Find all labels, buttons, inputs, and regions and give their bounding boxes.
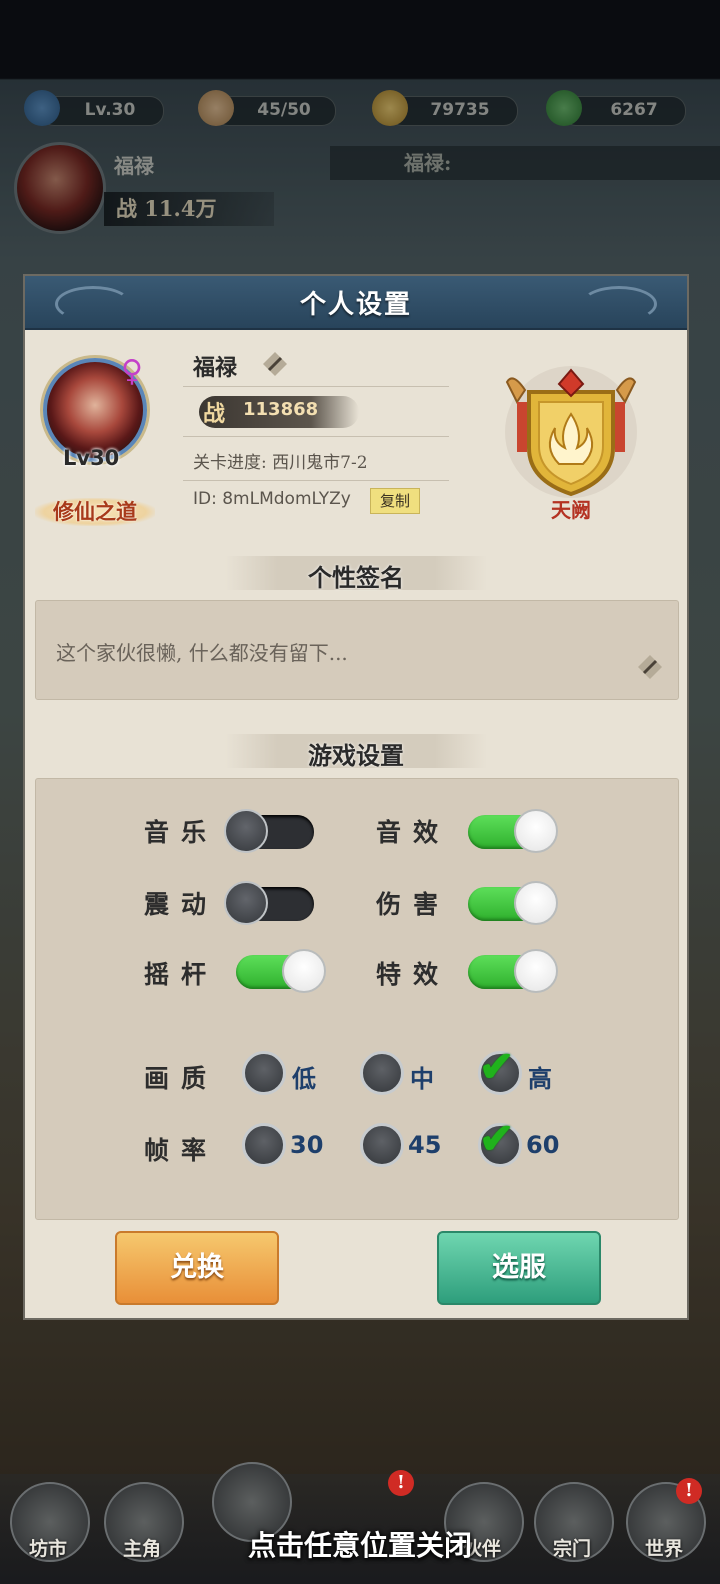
damage-toggle[interactable] (468, 881, 558, 925)
world-alert-badge: ! (676, 1478, 702, 1504)
exchange-button[interactable]: 兑换 (115, 1231, 279, 1305)
toggle-knob (514, 881, 558, 925)
edit-name-icon[interactable] (261, 350, 289, 378)
toggle-knob (224, 809, 268, 853)
framerate-45-label: 45 (408, 1131, 442, 1159)
framerate-30-label: 30 (290, 1131, 324, 1159)
framerate-60-label: 60 (526, 1131, 560, 1159)
power-icon: 战 (203, 401, 226, 427)
select-server-button[interactable]: 选服 (437, 1231, 601, 1305)
player-id: ID: 8mLMdomLYZy (193, 489, 351, 509)
sound-effect-label: 音效 (376, 818, 451, 847)
edit-signature-icon[interactable] (636, 653, 664, 681)
effects-toggle[interactable] (468, 949, 558, 993)
panel-title: 个人设置 (299, 290, 412, 320)
effects-label: 特效 (376, 960, 451, 989)
divider (183, 436, 449, 437)
checkmark-icon: ✔ (479, 1042, 515, 1091)
personal-settings-panel: 个人设置 ♀ Lv30 修仙之道 福禄 战 113868 关卡进度: 西川鬼市7… (25, 276, 687, 1318)
divider (183, 480, 449, 481)
vibration-toggle[interactable] (224, 881, 314, 925)
rank-shield-icon[interactable] (503, 352, 639, 512)
quality-label: 画质 (144, 1064, 219, 1093)
toggle-knob (282, 949, 326, 993)
panel-title-bar: 个人设置 (25, 276, 687, 330)
quality-mid-radio[interactable] (360, 1051, 404, 1095)
stage-progress: 关卡进度: 西川鬼市7-2 (193, 453, 368, 473)
quality-low-radio[interactable] (242, 1051, 286, 1095)
copy-id-button[interactable]: 复制 (370, 488, 420, 514)
profile-name: 福禄 (193, 355, 238, 381)
profile-level: Lv30 (63, 446, 120, 470)
toggle-knob (514, 949, 558, 993)
female-gender-icon: ♀ (121, 354, 143, 389)
joystick-toggle[interactable] (236, 949, 326, 993)
signature-heading-bar: 个性签名 (225, 556, 487, 592)
signature-box[interactable]: 这个家伙很懒, 什么都没有留下... (35, 600, 679, 700)
quality-high-radio[interactable]: ✔ (478, 1042, 522, 1095)
settings-box: 音乐 音效 震动 伤害 摇杆 特效 画质 低 中 ✔ 高 帧率 30 45 ✔ … (35, 778, 679, 1220)
music-toggle[interactable] (224, 809, 314, 853)
power-value: 113868 (243, 399, 319, 420)
title-badge[interactable]: 修仙之道 (35, 498, 155, 526)
music-label: 音乐 (144, 818, 219, 847)
damage-label: 伤害 (376, 890, 451, 919)
quality-low-label: 低 (292, 1065, 316, 1093)
sound-effect-toggle[interactable] (468, 809, 558, 853)
vibration-label: 震动 (144, 890, 219, 919)
settings-heading: 游戏设置 (308, 741, 404, 770)
divider (183, 386, 449, 387)
settings-heading-bar: 游戏设置 (225, 734, 487, 770)
ally-alert-badge: ! (388, 1470, 414, 1496)
checkmark-icon: ✔ (479, 1114, 515, 1163)
joystick-label: 摇杆 (144, 960, 219, 989)
tap-to-close-hint[interactable]: 点击任意位置关闭 (0, 1524, 720, 1564)
quality-high-label: 高 (528, 1065, 552, 1093)
framerate-60-radio[interactable]: ✔ (478, 1114, 522, 1167)
framerate-45-radio[interactable] (360, 1123, 404, 1167)
rank-name: 天阙 (551, 498, 591, 522)
toggle-knob (514, 809, 558, 853)
quality-mid-label: 中 (410, 1065, 434, 1093)
toggle-knob (224, 881, 268, 925)
signature-text: 这个家伙很懒, 什么都没有留下... (56, 641, 348, 665)
framerate-30-radio[interactable] (242, 1123, 286, 1167)
framerate-label: 帧率 (144, 1136, 219, 1165)
signature-heading: 个性签名 (308, 563, 404, 592)
